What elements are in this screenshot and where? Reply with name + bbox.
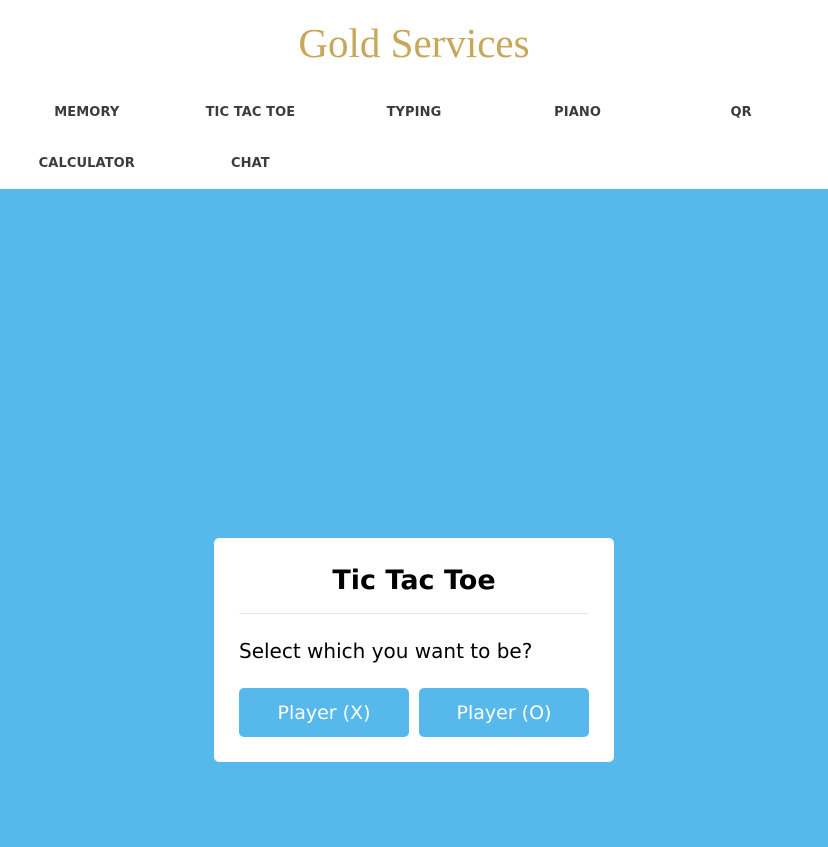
nav-item-tic-tac-toe[interactable]: TIC TAC TOE [169,87,333,138]
nav-item-memory[interactable]: MEMORY [5,87,169,138]
nav-item-piano[interactable]: PIANO [496,87,660,138]
dialog-divider [239,613,589,614]
player-select-dialog: Tic Tac Toe Select which you want to be?… [214,538,614,762]
dialog-prompt: Select which you want to be? [239,639,533,663]
site-title: Gold Services [298,20,530,66]
nav-item-qr[interactable]: QR [659,87,823,138]
dialog-title: Tic Tac Toe [332,565,496,596]
nav-item-typing[interactable]: TYPING [332,87,496,138]
nav-item-calculator[interactable]: CALCULATOR [5,138,169,189]
nav-item-chat[interactable]: CHAT [169,138,333,189]
main-nav: MEMORY TIC TAC TOE TYPING PIANO QR CALCU… [5,87,823,189]
player-o-button[interactable]: Player (O) [419,688,589,737]
site-header: Gold Services MEMORY TIC TAC TOE TYPING … [0,0,828,189]
game-area: Tic Tac Toe Select which you want to be?… [0,189,828,847]
player-x-button[interactable]: Player (X) [239,688,409,737]
player-options: Player (X) Player (O) [239,688,589,737]
